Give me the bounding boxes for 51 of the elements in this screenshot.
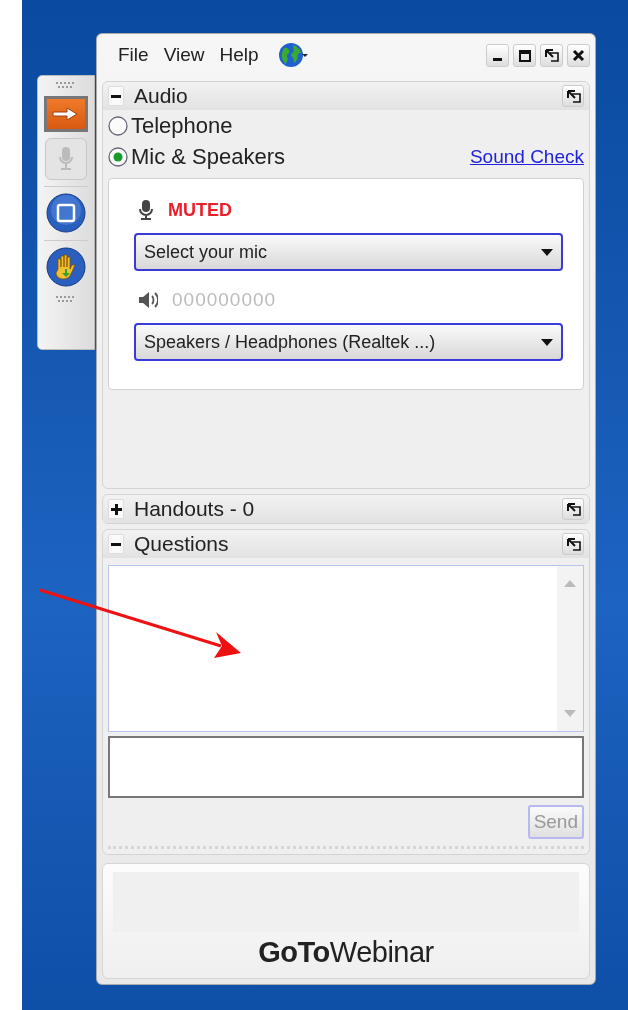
pop-out-button[interactable] [540,43,563,67]
undock-button[interactable] [562,85,584,107]
logo-text: GoToWebinar [257,936,435,969]
hand-icon [46,246,86,287]
undock-button[interactable] [562,533,584,555]
minimize-button[interactable] [486,43,509,67]
maximize-icon [517,47,532,63]
globe-icon [277,42,308,68]
close-icon [571,47,586,63]
speaker-icon [138,291,158,309]
undock-button[interactable] [562,498,584,520]
panel-title: Handouts - 0 [134,497,255,521]
panel-title: Questions [134,532,229,556]
sound-check-link[interactable]: Sound Check [469,145,584,168]
caret-icon [541,338,553,346]
panel-title: Audio [134,84,188,108]
microphone-icon [138,200,154,220]
question-input-field[interactable] [108,736,584,798]
minus-icon [111,94,121,98]
show-panel-button[interactable] [44,96,88,132]
scroll-down-icon [564,710,576,717]
mic-status: MUTED [168,199,232,221]
menu-item[interactable]: File [112,42,158,68]
maximize-button[interactable] [513,43,536,67]
plus-icon [110,503,122,515]
minimize-icon [493,58,502,61]
speaker-dropdown[interactable]: Speakers / Headphones (Realtek ...) [134,323,563,361]
scroll-up-icon [564,580,576,587]
close-button[interactable] [567,43,590,67]
scrollbar[interactable] [557,566,583,731]
grip-icon [56,296,76,302]
radio-option[interactable]: Telephone [108,112,233,139]
pop-out-icon [544,47,559,63]
raise-hand-button[interactable] [44,240,88,288]
minus-icon [111,542,121,546]
microphone-icon [57,146,75,172]
pop-out-icon [565,88,581,104]
collapse-button[interactable] [108,86,124,106]
speaker-level-meter: 000000000 [172,289,277,311]
screen-button[interactable] [44,186,88,234]
menu-item[interactable]: Help [213,42,268,68]
radio-option[interactable]: Mic & Speakers [108,143,286,170]
grip-icon [56,82,76,88]
language-button[interactable] [277,42,308,68]
menu-item[interactable]: View [157,42,214,68]
microphone-dropdown[interactable]: Select your mic [134,233,563,271]
pop-out-icon [565,536,581,552]
collapse-button[interactable] [108,534,124,554]
pop-out-icon [565,501,581,517]
caret-icon [541,248,553,256]
expand-button[interactable] [108,499,124,519]
